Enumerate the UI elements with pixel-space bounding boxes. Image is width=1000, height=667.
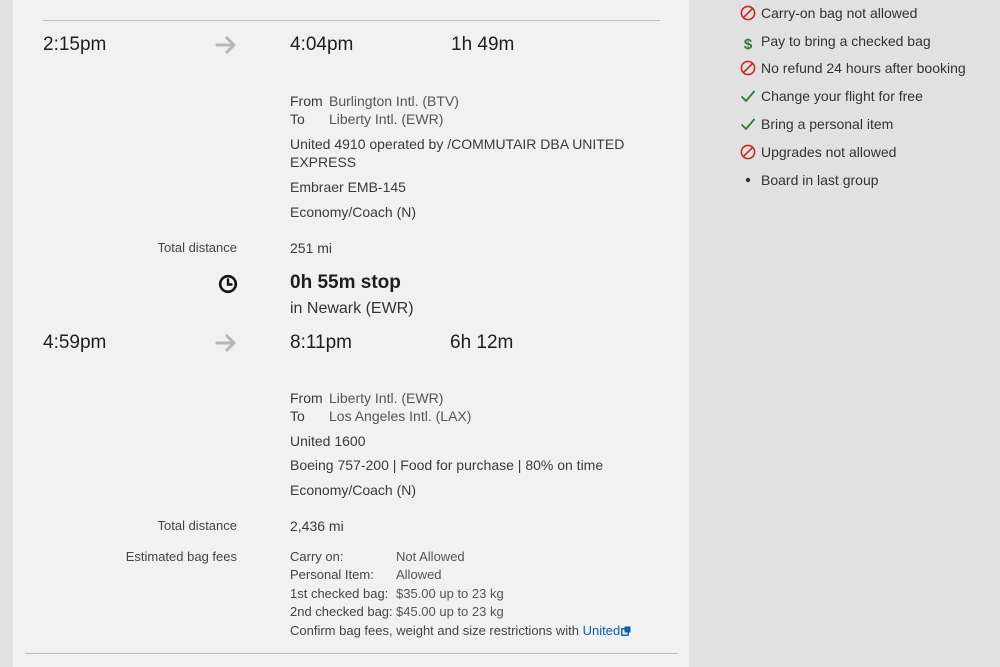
bag-fee-value: $45.00 up to 23 kg bbox=[396, 604, 504, 619]
amenity-text: No refund 24 hours after booking bbox=[761, 60, 966, 76]
arrow-right-icon bbox=[215, 333, 239, 358]
segment-1-aircraft: Embraer EMB-145 bbox=[290, 179, 406, 195]
segment-1-from-label: From bbox=[290, 93, 323, 109]
segment-2-depart-time: 4:59pm bbox=[43, 332, 107, 353]
segment-1-to-airport: Liberty Intl. (EWR) bbox=[329, 111, 444, 127]
no-icon bbox=[740, 5, 756, 21]
check-icon bbox=[740, 116, 756, 132]
amenity-text: Upgrades not allowed bbox=[761, 144, 897, 160]
left-gutter bbox=[0, 0, 13, 667]
bag-fee-key: Personal Item: bbox=[290, 567, 374, 582]
segment-1-flight-number: United 4910 operated by /COMMUTAIR DBA U… bbox=[290, 136, 625, 152]
segment-2-arrive-time: 8:11pm bbox=[290, 332, 352, 353]
clock-icon bbox=[218, 274, 238, 299]
segment-2-cabin: Economy/Coach (N) bbox=[290, 482, 417, 498]
segment-1-distance-label: Total distance bbox=[157, 240, 238, 255]
dollar-icon: $ bbox=[743, 36, 753, 53]
segment-1-from-airport: Burlington Intl. (BTV) bbox=[329, 93, 459, 109]
bag-fee-value: Allowed bbox=[396, 567, 442, 582]
external-link-icon bbox=[621, 624, 631, 639]
amenity-carry-on: Carry-on bag not allowed bbox=[740, 5, 917, 21]
segment-1-arrive-time: 4:04pm bbox=[290, 34, 354, 55]
segment-2-distance: 2,436 mi bbox=[290, 518, 344, 534]
amenity-boarding-group: Board in last group bbox=[740, 172, 879, 188]
united-link-label[interactable]: United bbox=[583, 623, 621, 638]
top-divider bbox=[43, 20, 660, 21]
bottom-divider bbox=[25, 653, 678, 654]
segment-1-distance: 251 mi bbox=[290, 240, 333, 256]
segment-2-from-airport: Liberty Intl. (EWR) bbox=[329, 390, 444, 406]
segment-2-to-airport: Los Angeles Intl. (LAX) bbox=[329, 408, 472, 424]
bag-fee-key: 2nd checked bag: bbox=[290, 604, 393, 619]
segment-2-to-label: To bbox=[290, 408, 305, 424]
bag-fee-confirm-text: Confirm bag fees, weight and size restri… bbox=[290, 623, 580, 638]
bag-fee-value: $35.00 up to 23 kg bbox=[396, 586, 504, 601]
amenity-upgrades: Upgrades not allowed bbox=[740, 144, 896, 160]
segment-1-depart-time: 2:15pm bbox=[43, 34, 107, 55]
segment-2-distance-label: Total distance bbox=[157, 518, 238, 533]
bag-fee-key: 1st checked bag: bbox=[290, 586, 389, 601]
segment-2-duration: 6h 12m bbox=[450, 332, 514, 353]
segment-2-flight-number: United 1600 bbox=[290, 433, 366, 449]
no-icon bbox=[740, 144, 756, 160]
amenity-refund: No refund 24 hours after booking bbox=[740, 60, 966, 76]
amenity-text: Board in last group bbox=[761, 172, 879, 188]
segment-1-to-label: To bbox=[290, 111, 305, 127]
check-icon bbox=[740, 88, 756, 104]
bag-fee-confirm: Confirm bag fees, weight and size restri… bbox=[290, 623, 631, 639]
amenity-personal-item: Bring a personal item bbox=[740, 116, 893, 132]
amenity-text: Bring a personal item bbox=[761, 116, 894, 132]
bag-fee-key: Carry on: bbox=[290, 549, 344, 564]
arrow-right-icon bbox=[215, 35, 239, 60]
amenity-text: Change your flight for free bbox=[761, 88, 923, 104]
amenity-checked-bag: $ Pay to bring a checked bag bbox=[740, 33, 931, 53]
bag-fees-label: Estimated bag fees bbox=[125, 549, 237, 564]
bag-fee-value: Not Allowed bbox=[396, 549, 465, 564]
segment-2-aircraft: Boeing 757-200 | Food for purchase | 80%… bbox=[290, 457, 604, 473]
amenity-change-flight: Change your flight for free bbox=[740, 88, 923, 104]
segment-1-cabin: Economy/Coach (N) bbox=[290, 204, 417, 220]
united-bag-fees-link[interactable]: United bbox=[583, 623, 632, 638]
segment-2-from-label: From bbox=[290, 390, 323, 406]
layover-duration: 0h 55m stop bbox=[290, 272, 401, 293]
no-icon bbox=[740, 60, 756, 76]
layover-location: in Newark (EWR) bbox=[290, 300, 414, 317]
amenity-text: Carry-on bag not allowed bbox=[761, 5, 918, 21]
segment-1-operator: EXPRESS bbox=[290, 154, 357, 170]
amenity-text: Pay to bring a checked bag bbox=[761, 33, 931, 49]
bullet-icon bbox=[740, 172, 756, 188]
segment-1-duration: 1h 49m bbox=[451, 34, 515, 55]
